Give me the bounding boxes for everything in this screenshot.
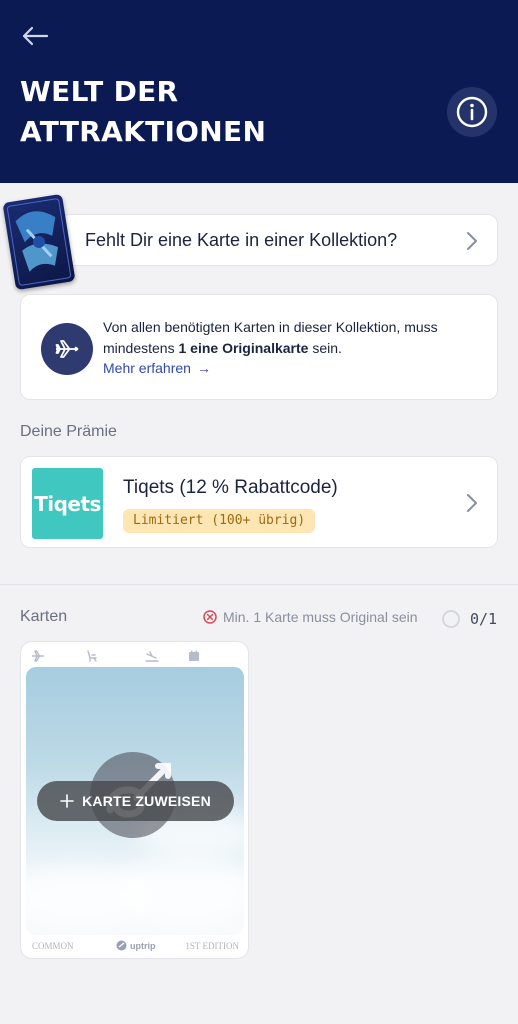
card-placeholder-image: KARTE ZUWEISEN bbox=[26, 667, 244, 935]
info-text-part2: sein. bbox=[308, 340, 342, 356]
info-button[interactable] bbox=[447, 87, 497, 137]
info-text-bold: 1 eine Originalkarte bbox=[178, 340, 309, 356]
plane-icon bbox=[55, 340, 79, 358]
rarity-label: COMMON bbox=[32, 941, 74, 951]
assign-card-label: KARTE ZUWEISEN bbox=[82, 793, 211, 809]
tiqets-logo: Tiqets bbox=[32, 468, 103, 539]
uptrip-brand: uptrip bbox=[116, 940, 156, 951]
assign-card-button[interactable]: KARTE ZUWEISEN bbox=[37, 781, 234, 821]
reward-card[interactable]: Tiqets Tiqets (12 % Rabattcode) Limitier… bbox=[20, 456, 498, 548]
seat-icon bbox=[84, 648, 100, 664]
progress-circle bbox=[442, 610, 460, 628]
card-count: 0/1 bbox=[470, 610, 498, 628]
info-icon bbox=[456, 96, 488, 128]
reward-section-label: Deine Prämie bbox=[20, 423, 117, 440]
error-circle-icon bbox=[203, 610, 217, 624]
header: WELT DER ATTRAKTIONEN bbox=[0, 0, 518, 183]
page-title-line2: ATTRAKTIONEN bbox=[20, 115, 267, 148]
back-button[interactable] bbox=[18, 22, 52, 50]
plane-icon bbox=[30, 648, 46, 664]
collection-card-thumbnail bbox=[2, 193, 76, 291]
section-divider bbox=[0, 584, 518, 585]
edition-label: 1ST EDITION bbox=[185, 941, 239, 951]
missing-card-label: Fehlt Dir eine Karte in einer Kollektion… bbox=[85, 230, 398, 250]
more-info-label: Mehr erfahren bbox=[103, 360, 191, 376]
uptrip-brand-label: uptrip bbox=[130, 940, 156, 951]
arrow-right-icon: → bbox=[196, 360, 211, 376]
reward-title: Tiqets (12 % Rabattcode) bbox=[123, 477, 338, 498]
plane-badge bbox=[41, 323, 93, 375]
slot-icons bbox=[21, 648, 248, 668]
arrow-left-icon bbox=[22, 26, 49, 46]
original-card-info: Von allen benötigten Karten in dieser Ko… bbox=[20, 294, 498, 400]
chevron-right-icon bbox=[467, 232, 477, 250]
slot-footer: COMMON uptrip 1ST EDITION bbox=[21, 940, 248, 955]
plus-icon bbox=[60, 794, 74, 808]
uptrip-logo-icon bbox=[116, 940, 127, 951]
cards-section-label: Karten bbox=[20, 608, 68, 625]
page-title-line1: WELT DER bbox=[20, 75, 179, 108]
landing-icon bbox=[144, 648, 160, 664]
requirement-text: Min. 1 Karte muss Original sein bbox=[223, 609, 418, 625]
missing-card-row[interactable]: Fehlt Dir eine Karte in einer Kollektion… bbox=[60, 214, 498, 266]
calendar-icon bbox=[186, 648, 202, 664]
limited-badge: Limitiert (100+ übrig) bbox=[123, 509, 316, 533]
info-text: Von allen benötigten Karten in dieser Ko… bbox=[103, 317, 483, 359]
original-requirement: Min. 1 Karte muss Original sein bbox=[203, 609, 418, 625]
page-title: WELT DER ATTRAKTIONEN bbox=[20, 72, 400, 152]
card-slot[interactable]: KARTE ZUWEISEN COMMON uptrip 1ST EDITION bbox=[20, 641, 249, 959]
more-info-link[interactable]: Mehr erfahren → bbox=[103, 360, 211, 376]
chevron-right-icon bbox=[467, 494, 477, 512]
